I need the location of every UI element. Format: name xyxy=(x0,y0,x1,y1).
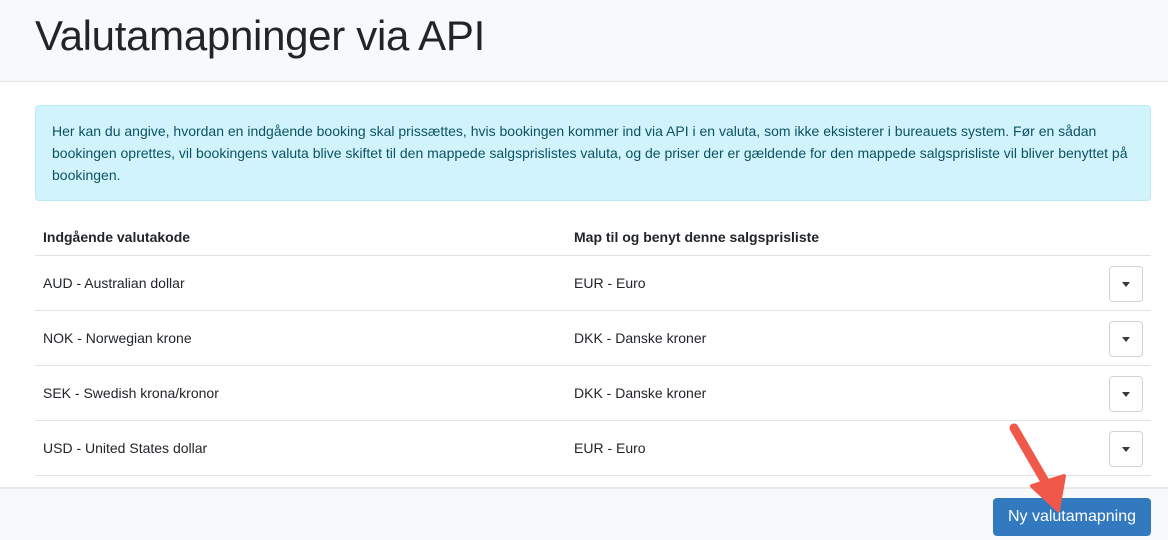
table-row: NOK - Norwegian krone DKK - Danske krone… xyxy=(35,311,1151,366)
caret-down-icon xyxy=(1122,281,1130,287)
caret-down-icon xyxy=(1122,446,1130,452)
column-header-incoming: Indgående valutakode xyxy=(43,229,191,245)
incoming-currency: NOK - Norwegian krone xyxy=(43,330,192,346)
mapped-pricelist: DKK - Danske kroner xyxy=(574,330,707,346)
currency-mapping-table: Indgående valutakode Map til og benyt de… xyxy=(35,218,1151,476)
table-header: Indgående valutakode Map til og benyt de… xyxy=(35,218,1151,256)
page-footer: Ny valutamapning xyxy=(0,487,1168,540)
table-row: AUD - Australian dollar EUR - Euro xyxy=(35,256,1151,311)
column-header-mapped: Map til og benyt denne salgsprisliste xyxy=(574,229,820,245)
table-row: SEK - Swedish krona/kronor DKK - Danske … xyxy=(35,366,1151,421)
row-actions-dropdown[interactable] xyxy=(1109,431,1143,467)
mapped-pricelist: EUR - Euro xyxy=(574,440,646,456)
incoming-currency: SEK - Swedish krona/kronor xyxy=(43,385,219,401)
page-title: Valutamapninger via API xyxy=(35,12,485,59)
row-actions-dropdown[interactable] xyxy=(1109,266,1143,302)
row-actions-dropdown[interactable] xyxy=(1109,321,1143,357)
table-row: USD - United States dollar EUR - Euro xyxy=(35,421,1151,476)
caret-down-icon xyxy=(1122,391,1130,397)
row-actions-dropdown[interactable] xyxy=(1109,376,1143,412)
info-alert: Her kan du angive, hvordan en indgående … xyxy=(35,105,1151,201)
new-currency-mapping-button[interactable]: Ny valutamapning xyxy=(993,498,1151,536)
page-header: Valutamapninger via API xyxy=(0,0,1168,82)
page: Valutamapninger via API Her kan du angiv… xyxy=(0,0,1168,540)
caret-down-icon xyxy=(1122,336,1130,342)
mapped-pricelist: DKK - Danske kroner xyxy=(574,385,707,401)
incoming-currency: AUD - Australian dollar xyxy=(43,275,185,291)
mapped-pricelist: EUR - Euro xyxy=(574,275,646,291)
incoming-currency: USD - United States dollar xyxy=(43,440,208,456)
